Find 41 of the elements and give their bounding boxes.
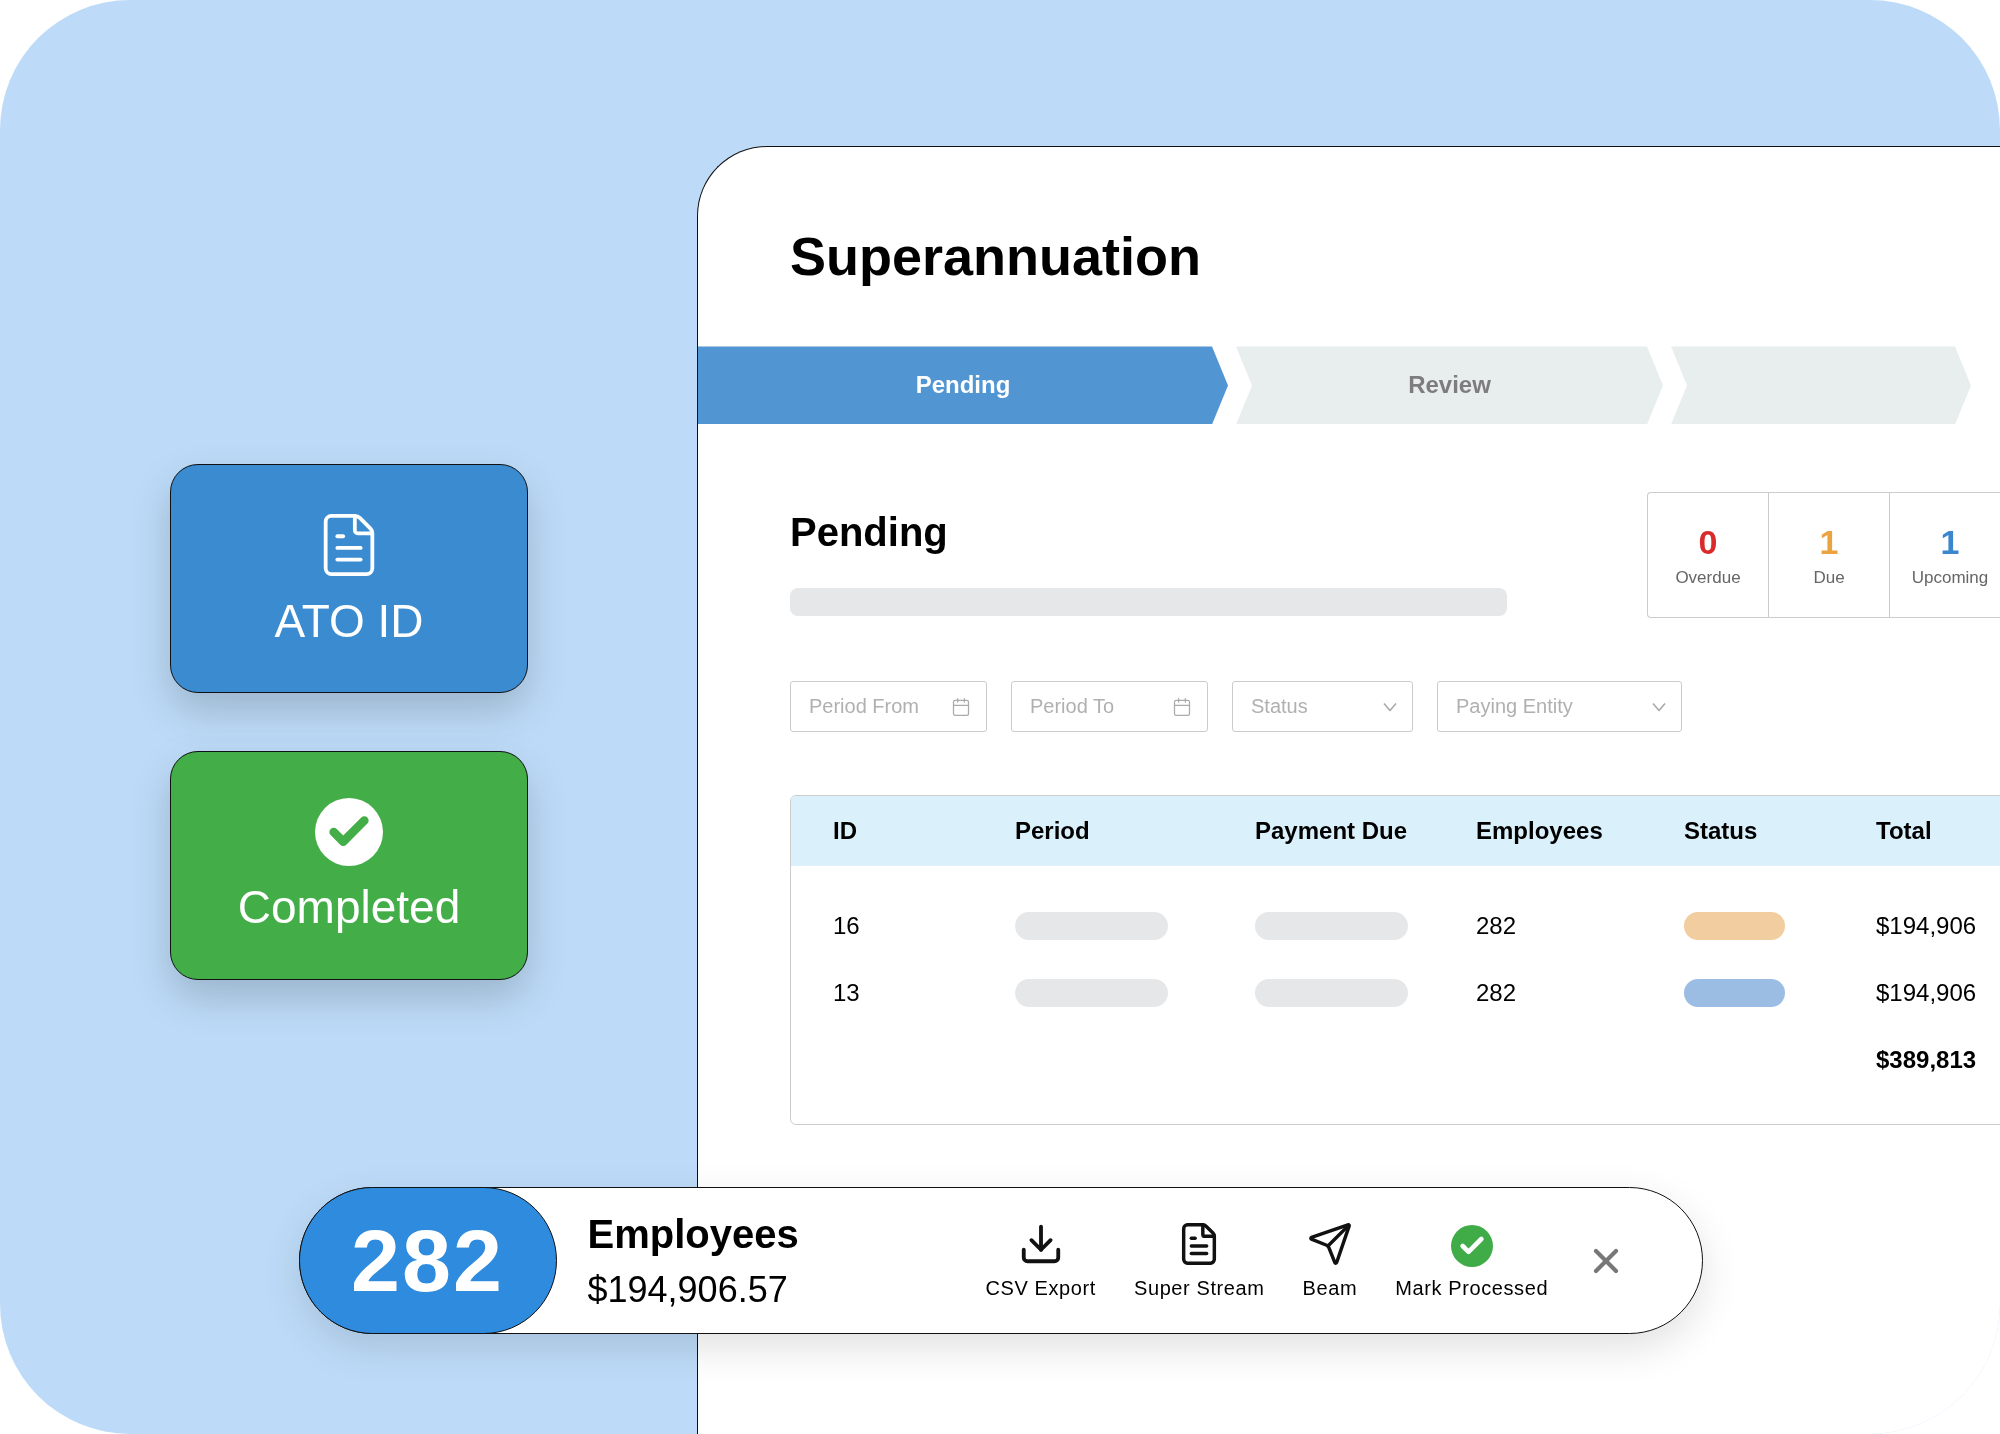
action-button[interactable]: CSV Export [985, 1221, 1096, 1300]
table-cell: $194,906 [1876, 911, 1977, 940]
filter-field[interactable]: Paying Entity [1437, 681, 1682, 733]
column-header: ID [833, 817, 858, 846]
table-cell: 16 [833, 911, 860, 940]
chevron-down-icon [1652, 702, 1666, 712]
filter-field[interactable]: Period To [1011, 681, 1208, 733]
action-button[interactable]: Super Stream [1134, 1221, 1265, 1300]
count-badge: 282 [298, 1187, 557, 1334]
stat-label: Upcoming [1911, 568, 1989, 586]
card-label: ATO ID [274, 596, 424, 647]
check-circle-icon [1450, 1225, 1493, 1267]
card-label: Completed [237, 882, 461, 933]
action-button[interactable]: Beam [1302, 1221, 1358, 1300]
table-cell: $194,906 [1876, 978, 1977, 1007]
table-cell: 282 [1476, 978, 1517, 1007]
column-header: Status [1684, 817, 1759, 846]
stat-value: 1 [1940, 524, 1960, 559]
column-header: Employees [1476, 817, 1604, 846]
action-button[interactable]: Mark Processed [1395, 1225, 1549, 1300]
column-header: Payment Due [1255, 817, 1409, 846]
column-header: Total [1876, 817, 1933, 846]
stat-value: 1 [1819, 524, 1839, 559]
stat-label: Overdue [1675, 568, 1741, 586]
calendar-icon [951, 696, 971, 717]
column-header: Period [1015, 817, 1091, 846]
bar-amount: $194,906.57 [587, 1271, 789, 1308]
stat-label: Due [1813, 568, 1845, 586]
table-cell: 13 [833, 978, 860, 1007]
calendar-icon [1172, 696, 1192, 717]
table-cell: 282 [1476, 911, 1517, 940]
step-tab[interactable]: Review [1236, 346, 1663, 425]
chevron-down-icon [1383, 702, 1397, 712]
bar-title: Employees [587, 1213, 800, 1254]
filter-field[interactable]: Status [1232, 681, 1413, 733]
grand-total: $389,813 [1876, 1045, 1977, 1074]
window-title: Superannuation [790, 227, 1201, 287]
stat-value: 0 [1698, 524, 1718, 559]
section-title: Pending [790, 510, 949, 555]
filter-field[interactable]: Period From [790, 681, 987, 733]
paper-plane-icon [1306, 1221, 1353, 1267]
